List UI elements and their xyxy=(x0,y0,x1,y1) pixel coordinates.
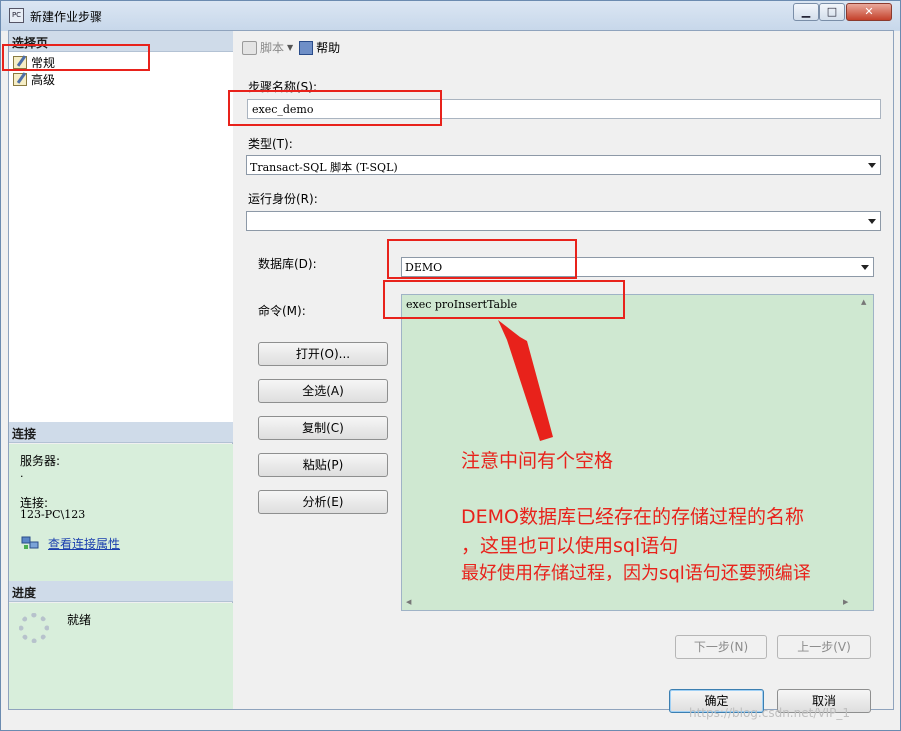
type-label: 类型(T): xyxy=(248,137,293,151)
select-all-button[interactable]: 全选(A) xyxy=(258,379,388,403)
scroll-right-icon[interactable]: ▶ xyxy=(843,598,848,606)
annotation-box-database xyxy=(387,239,577,279)
annotation-box-step-name xyxy=(228,90,442,126)
app-icon: PC xyxy=(9,8,24,23)
copy-button[interactable]: 复制(C) xyxy=(258,416,388,440)
dialog-body: 选择页 常规 高级 连接 服务器: . 连接: 123-PC\123 查看连接属… xyxy=(8,30,894,710)
connection-header: 连接 xyxy=(9,422,233,443)
chevron-down-icon xyxy=(861,265,869,270)
annotation-box-command xyxy=(383,280,625,319)
type-select[interactable]: Transact-SQL 脚本 (T-SQL) xyxy=(246,155,881,175)
scroll-up-icon[interactable]: ▲ xyxy=(861,298,866,306)
maximize-button[interactable]: □ xyxy=(819,3,845,21)
minimize-button[interactable]: ▁ xyxy=(793,3,819,21)
parse-button[interactable]: 分析(E) xyxy=(258,490,388,514)
progress-status: 就绪 xyxy=(67,613,92,627)
watermark: https://blog.csdn.net/VIP_1 xyxy=(689,706,850,720)
close-button[interactable]: ✕ xyxy=(846,3,892,21)
annotation-text-space: 注意中间有个空格 xyxy=(461,450,614,472)
help-button[interactable]: 帮助 xyxy=(299,39,340,56)
help-icon xyxy=(299,40,314,55)
script-label: 脚本 xyxy=(260,41,285,55)
database-label: 数据库(D): xyxy=(258,257,317,271)
annotation-text-sql: ，这里也可以使用sql语句 xyxy=(461,535,679,557)
open-button[interactable]: 打开(O)... xyxy=(258,342,388,366)
server-value: . xyxy=(20,467,24,480)
help-label: 帮助 xyxy=(316,41,341,55)
connection-panel: 服务器: . 连接: 123-PC\123 查看连接属性 xyxy=(9,444,233,581)
type-select-value: Transact-SQL 脚本 (T-SQL) xyxy=(250,161,398,174)
run-as-label: 运行身份(R): xyxy=(248,192,318,206)
annotation-box-general xyxy=(2,44,150,71)
progress-spinner-icon xyxy=(19,613,49,643)
page-settings-icon xyxy=(13,72,27,86)
maximize-icon: □ xyxy=(826,5,838,18)
prev-button[interactable]: 上一步(V) xyxy=(777,635,871,659)
title-bar[interactable]: PC 新建作业步骤 ▁ □ ✕ xyxy=(1,1,900,31)
left-pane: 选择页 常规 高级 连接 服务器: . 连接: 123-PC\123 查看连接属… xyxy=(9,31,233,709)
horizontal-scrollbar[interactable]: ◀ ▶ xyxy=(402,594,857,610)
scroll-left-icon[interactable]: ◀ xyxy=(406,598,411,606)
close-icon: ✕ xyxy=(864,5,874,18)
script-button[interactable]: 脚本 ▼ xyxy=(242,39,293,56)
progress-header: 进度 xyxy=(9,581,233,602)
annotation-text-precompile: 最好使用存储过程，因为sql语句还要预编译 xyxy=(461,563,811,584)
paste-button[interactable]: 粘贴(P) xyxy=(258,453,388,477)
page-item-label: 高级 xyxy=(31,72,56,87)
dialog-window: PC 新建作业步骤 ▁ □ ✕ 选择页 常规 高级 连接 服务器: . 连接: … xyxy=(0,0,901,731)
script-icon xyxy=(242,40,257,55)
toolbar: 脚本 ▼ 帮助 xyxy=(234,31,893,64)
minimize-icon: ▁ xyxy=(801,5,811,18)
chevron-down-icon: ▼ xyxy=(287,43,294,52)
progress-panel: 就绪 xyxy=(9,603,233,709)
chevron-down-icon xyxy=(868,163,876,168)
right-pane: 脚本 ▼ 帮助 步骤名称(S): exec_demo 类型(T): Transa… xyxy=(234,31,893,709)
page-item-advanced[interactable]: 高级 xyxy=(13,71,55,87)
annotation-text-demo: DEMO数据库已经存在的存储过程的名称 xyxy=(461,506,804,528)
window-title: 新建作业步骤 xyxy=(30,10,103,24)
connection-properties-icon xyxy=(21,536,39,549)
page-list: 常规 高级 xyxy=(9,52,233,422)
server-label: 服务器: xyxy=(20,454,61,468)
vertical-scrollbar[interactable]: ▲ xyxy=(857,295,873,593)
command-label: 命令(M): xyxy=(258,304,306,318)
next-button[interactable]: 下一步(N) xyxy=(675,635,767,659)
chevron-down-icon xyxy=(868,219,876,224)
run-as-select[interactable] xyxy=(246,211,881,231)
connection-value: 123-PC\123 xyxy=(20,508,86,521)
view-connection-properties-link[interactable]: 查看连接属性 xyxy=(48,535,120,552)
